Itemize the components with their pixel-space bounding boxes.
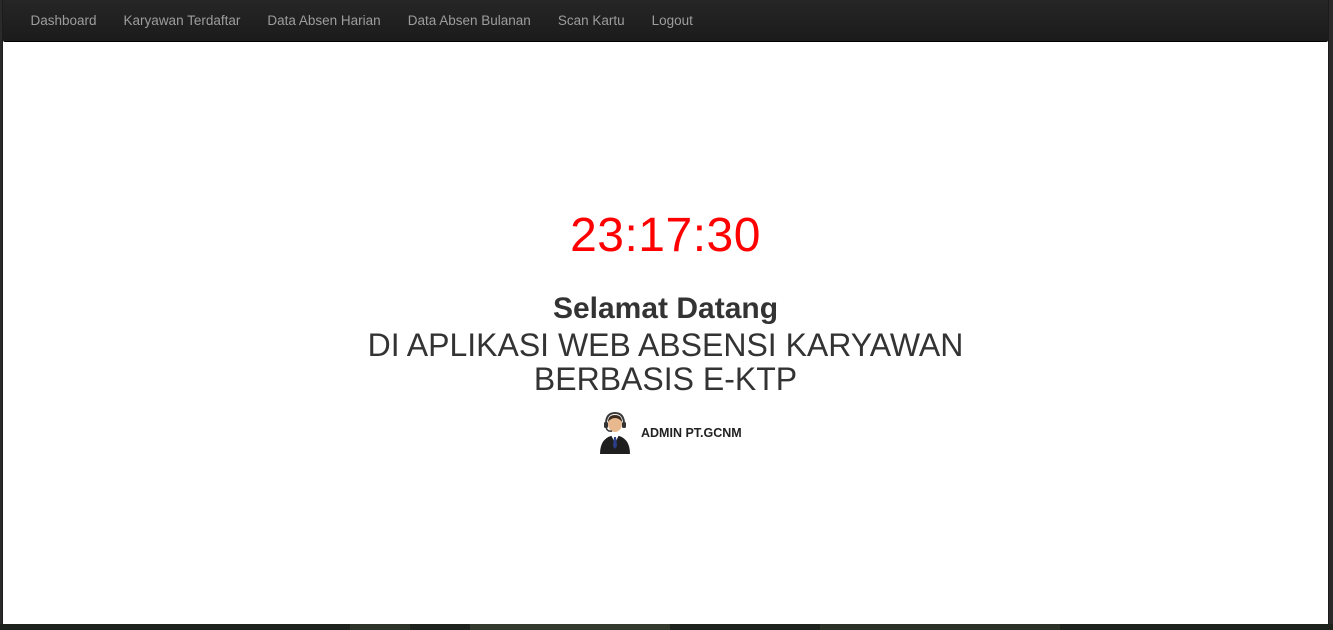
app-subtitle: DI APLIKASI WEB ABSENSI KARYAWAN BERBASI… (3, 328, 1328, 396)
nav-karyawan-terdaftar[interactable]: Karyawan Terdaftar (110, 0, 254, 42)
desktop-strip-segment (470, 624, 670, 630)
nav-dashboard[interactable]: Dashboard (17, 0, 110, 42)
subtitle-line-2: BERBASIS E-KTP (533, 361, 798, 397)
desktop-strip-segment (820, 624, 1060, 630)
current-user: ADMIN PT.GCNM (597, 410, 742, 454)
user-name-label: ADMIN PT.GCNM (641, 426, 742, 440)
browser-page: Dashboard Karyawan Terdaftar Data Absen … (2, 0, 1329, 624)
nav-logout[interactable]: Logout (638, 0, 706, 42)
desktop-strip-segment (350, 624, 410, 630)
main-content: 23:17:30 Selamat Datang DI APLIKASI WEB … (3, 42, 1328, 622)
background-desktop-strip (0, 624, 1333, 630)
nav-data-absen-harian[interactable]: Data Absen Harian (254, 0, 394, 42)
welcome-heading: Selamat Datang (552, 292, 779, 325)
nav-scan-kartu[interactable]: Scan Kartu (544, 0, 638, 42)
top-navbar: Dashboard Karyawan Terdaftar Data Absen … (3, 0, 1328, 42)
digital-clock: 23:17:30 (570, 209, 761, 262)
user-avatar-icon (600, 411, 630, 454)
nav-data-absen-bulanan[interactable]: Data Absen Bulanan (394, 0, 544, 42)
subtitle-line-1: DI APLIKASI WEB ABSENSI KARYAWAN (367, 327, 964, 363)
